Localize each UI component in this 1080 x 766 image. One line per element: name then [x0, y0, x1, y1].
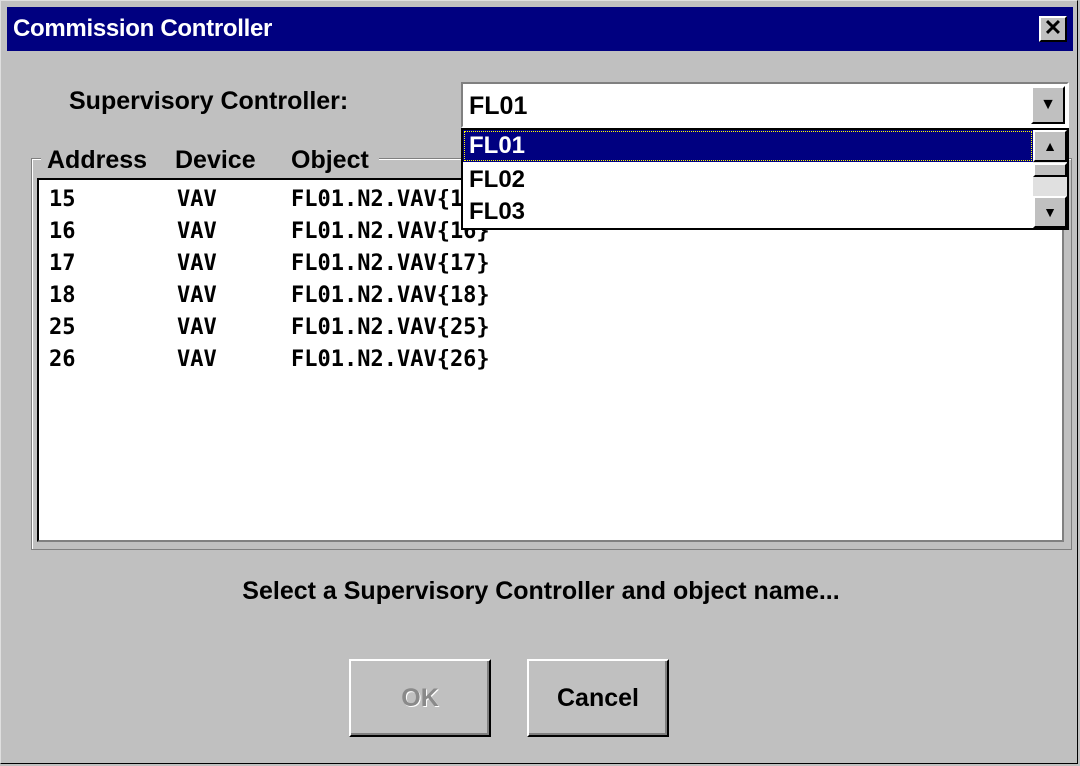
cell-object: FL01.N2.VAV{18} — [291, 283, 490, 308]
combobox-dropdown-button[interactable]: ▼ — [1031, 86, 1065, 124]
dropdown-option[interactable]: FL03 — [463, 196, 1033, 228]
cell-device: VAV — [177, 347, 217, 372]
cell-address: 17 — [49, 251, 76, 276]
supervisory-controller-combobox[interactable]: FL01 ▼ — [461, 82, 1069, 128]
header-address: Address — [47, 146, 148, 174]
device-listbox[interactable]: 15 VAV FL01.N2.VAV{15} 16 VAV FL01.N2.VAV{16}… — [37, 178, 1064, 542]
commission-controller-dialog: Commission Controller ✕ Supervisory Cont… — [0, 0, 1078, 764]
table-row[interactable]: 26 VAV FL01.N2.VAV{26} — [49, 344, 1049, 375]
cell-device: VAV — [177, 219, 217, 244]
window-title: Commission Controller — [13, 15, 273, 42]
title-bar: Commission Controller ✕ — [7, 7, 1073, 51]
cell-object: FL01.N2.VAV{25} — [291, 315, 490, 340]
scroll-thumb[interactable] — [1033, 163, 1067, 177]
close-button[interactable]: ✕ — [1039, 16, 1067, 42]
cell-address: 25 — [49, 315, 76, 340]
cell-device: VAV — [177, 283, 217, 308]
cancel-button[interactable]: Cancel — [527, 659, 669, 737]
header-object: Object — [291, 146, 369, 174]
option-label: FL02 — [469, 166, 526, 193]
status-message: Select a Supervisory Controller and obje… — [242, 577, 840, 605]
cell-address: 26 — [49, 347, 76, 372]
combobox-value: FL01 — [469, 92, 528, 120]
supervisory-controller-dropdown-list[interactable]: FL01 FL02 FL03 ▲ ▼ — [461, 128, 1069, 230]
table-row[interactable]: 18 VAV FL01.N2.VAV{18} — [49, 280, 1049, 311]
cell-object: FL01.N2.VAV{17} — [291, 251, 490, 276]
option-label: FL01 — [469, 132, 526, 159]
cell-device: VAV — [177, 251, 217, 276]
cell-object: FL01.N2.VAV{16} — [291, 219, 490, 244]
scroll-up-button[interactable]: ▲ — [1033, 130, 1067, 162]
close-icon: ✕ — [1043, 15, 1063, 40]
dropdown-option[interactable]: FL02 — [463, 164, 1033, 196]
scroll-down-icon: ▼ — [1043, 204, 1057, 220]
dropdown-scrollbar[interactable]: ▲ ▼ — [1033, 130, 1067, 228]
cell-object: FL01.N2.VAV{26} — [291, 347, 490, 372]
scroll-down-button[interactable]: ▼ — [1033, 196, 1067, 228]
scroll-up-icon: ▲ — [1043, 138, 1057, 154]
header-device: Device — [175, 146, 256, 174]
cell-device: VAV — [177, 187, 217, 212]
dropdown-option[interactable]: FL01 — [463, 130, 1033, 162]
table-row[interactable]: 25 VAV FL01.N2.VAV{25} — [49, 312, 1049, 343]
cell-address: 18 — [49, 283, 76, 308]
cell-address: 15 — [49, 187, 76, 212]
table-row[interactable]: 17 VAV FL01.N2.VAV{17} — [49, 248, 1049, 279]
ok-button[interactable]: OK — [349, 659, 491, 737]
option-label: FL03 — [469, 198, 526, 225]
list-column-headers: Address Device Object — [41, 144, 379, 174]
cell-address: 16 — [49, 219, 76, 244]
cell-device: VAV — [177, 315, 217, 340]
supervisory-controller-label: Supervisory Controller: — [69, 87, 349, 115]
chevron-down-icon: ▼ — [1040, 96, 1056, 113]
cell-object: FL01.N2.VAV{15} — [291, 187, 490, 212]
